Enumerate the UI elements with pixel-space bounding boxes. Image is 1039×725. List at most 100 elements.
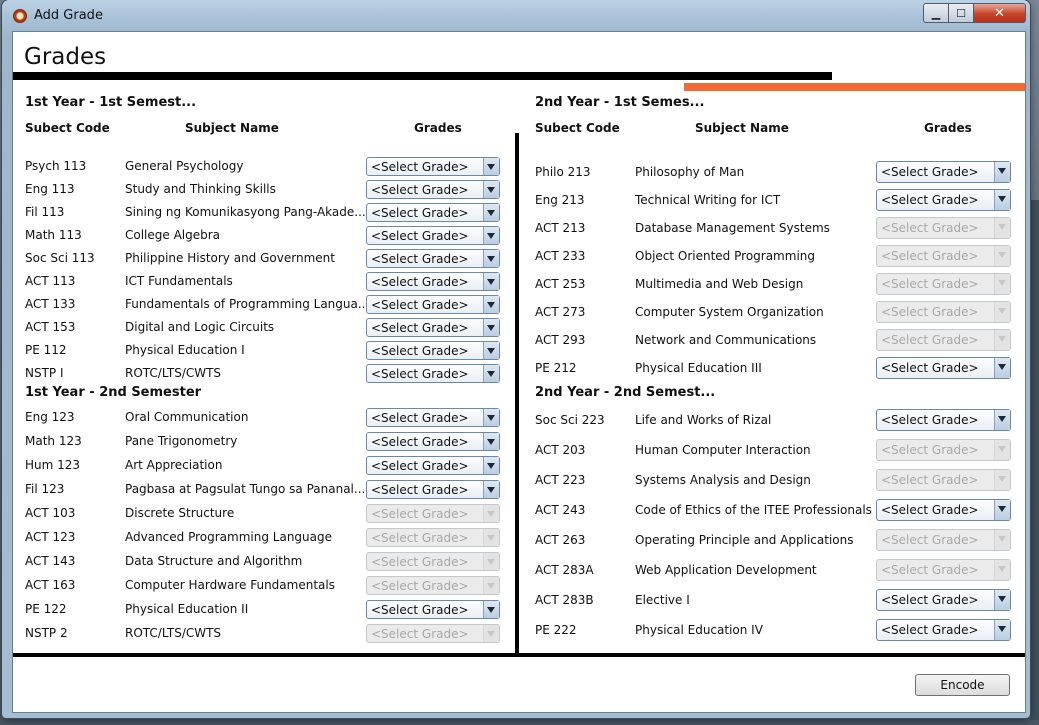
grade-select-value: <Select Grade> — [881, 361, 979, 375]
section-title: 2nd Year - 2nd Semest... — [535, 385, 716, 400]
dialog-content: Grades Subect Code Subject Name Grades S… — [12, 31, 1026, 713]
grade-select: <Select Grade> — [876, 245, 1011, 267]
grade-select[interactable]: <Select Grade> — [876, 189, 1011, 211]
subject-name: Object Oriented Programming — [635, 249, 815, 263]
add-grade-window: Add Grade ▁ ☐ ✕ Grades Subect Code Subje… — [2, 0, 1030, 718]
chevron-down-icon[interactable] — [994, 358, 1010, 378]
grade-select-value: <Select Grade> — [881, 277, 979, 291]
subject-row: ACT 263 Operating Principle and Applicati… — [13, 529, 1025, 552]
grade-select: <Select Grade> — [876, 469, 1011, 491]
subject-row: ACT 283B Elective I <Select Grade> — [13, 589, 1025, 612]
subject-name: Web Application Development — [635, 563, 817, 577]
subject-code: Soc Sci 223 — [535, 413, 605, 427]
subject-code: ACT 213 — [535, 221, 586, 235]
col-header-grades: Grades — [414, 121, 462, 135]
chevron-down-icon — [994, 530, 1010, 550]
col-header-name: Subject Name — [185, 121, 279, 135]
col-header-name: Subject Name — [695, 121, 789, 135]
subject-code: ACT 273 — [535, 305, 586, 319]
window-title: Add Grade — [34, 8, 103, 23]
subject-name: Physical Education III — [635, 361, 762, 375]
subject-row: ACT 273 Computer System Organization <Sele… — [13, 301, 1025, 324]
subject-name: Database Management Systems — [635, 221, 830, 235]
subject-row: Philo 213 Philosophy of Man <Select Grade> — [13, 161, 1025, 184]
chevron-down-icon — [994, 218, 1010, 238]
chevron-down-icon — [994, 470, 1010, 490]
java-app-icon — [13, 9, 27, 23]
grade-select[interactable]: <Select Grade> — [876, 409, 1011, 431]
subject-row: ACT 233 Object Oriented Programming <Selec… — [13, 245, 1025, 268]
subject-code: Eng 213 — [535, 193, 585, 207]
col-header-grades: Grades — [924, 121, 972, 135]
subject-code: ACT 283B — [535, 593, 594, 607]
header-divider-black — [13, 72, 832, 80]
close-button[interactable]: ✕ — [973, 3, 1026, 23]
grade-select-value: <Select Grade> — [881, 305, 979, 319]
maximize-button[interactable]: ☐ — [948, 3, 974, 23]
subject-name: Multimedia and Web Design — [635, 277, 804, 291]
subject-code: ACT 233 — [535, 249, 586, 263]
grade-select-value: <Select Grade> — [881, 221, 979, 235]
subject-code: ACT 263 — [535, 533, 586, 547]
subject-code: ACT 253 — [535, 277, 586, 291]
chevron-down-icon — [994, 330, 1010, 350]
grade-select[interactable]: <Select Grade> — [876, 161, 1011, 183]
chevron-down-icon[interactable] — [994, 162, 1010, 182]
chevron-down-icon — [994, 302, 1010, 322]
header-divider-orange — [684, 83, 1025, 91]
grade-select-value: <Select Grade> — [881, 533, 979, 547]
col-header-code: Subect Code — [25, 121, 110, 135]
chevron-down-icon[interactable] — [994, 410, 1010, 430]
subject-code: ACT 283A — [535, 563, 594, 577]
col-header-code: Subect Code — [535, 121, 620, 135]
subject-name: Network and Communications — [635, 333, 817, 347]
subject-code: ACT 223 — [535, 473, 586, 487]
grade-select[interactable]: <Select Grade> — [876, 499, 1011, 521]
subject-code: PE 212 — [535, 361, 577, 375]
grade-select-value: <Select Grade> — [881, 473, 979, 487]
subject-code: ACT 293 — [535, 333, 586, 347]
subject-row: Soc Sci 223 Life and Works of Rizal <Selec… — [13, 409, 1025, 432]
background-window-edge — [1031, 200, 1039, 720]
subject-row: PE 222 Physical Education IV <Select Grade… — [13, 619, 1025, 642]
subject-name: Physical Education IV — [635, 623, 763, 637]
grade-select: <Select Grade> — [876, 301, 1011, 323]
grade-select: <Select Grade> — [876, 217, 1011, 239]
subject-name: Code of Ethics of the ITEE Professionals — [635, 503, 872, 517]
encode-button[interactable]: Encode — [915, 674, 1010, 696]
grade-select-value: <Select Grade> — [881, 593, 979, 607]
subject-row: ACT 283A Web Application Development <Sele… — [13, 559, 1025, 582]
title-bar[interactable]: Add Grade ▁ ☐ ✕ — [2, 0, 1030, 32]
grade-select: <Select Grade> — [876, 559, 1011, 581]
grade-select[interactable]: <Select Grade> — [876, 357, 1011, 379]
grade-select: <Select Grade> — [876, 439, 1011, 461]
grade-select-value: <Select Grade> — [881, 503, 979, 517]
grade-select-value: <Select Grade> — [881, 443, 979, 457]
grade-select[interactable]: <Select Grade> — [876, 619, 1011, 641]
chevron-down-icon[interactable] — [994, 500, 1010, 520]
grade-select: <Select Grade> — [876, 329, 1011, 351]
section-title: 1st Year - 2nd Semester — [25, 385, 202, 400]
subject-code: ACT 203 — [535, 443, 586, 457]
subject-row: ACT 243 Code of Ethics of the ITEE Profes… — [13, 499, 1025, 522]
chevron-down-icon — [994, 274, 1010, 294]
grade-select-value: <Select Grade> — [881, 563, 979, 577]
subject-name: Systems Analysis and Design — [635, 473, 811, 487]
minimize-button[interactable]: ▁ — [923, 3, 949, 23]
chevron-down-icon[interactable] — [994, 590, 1010, 610]
subject-row: ACT 203 Human Computer Interaction <Select… — [13, 439, 1025, 462]
chevron-down-icon[interactable] — [994, 190, 1010, 210]
subject-name: Life and Works of Rizal — [635, 413, 772, 427]
chevron-down-icon — [994, 440, 1010, 460]
subject-code: PE 222 — [535, 623, 577, 637]
subject-row: ACT 253 Multimedia and Web Design <Select … — [13, 273, 1025, 296]
grade-select[interactable]: <Select Grade> — [876, 589, 1011, 611]
subject-name: Technical Writing for ICT — [635, 193, 781, 207]
grade-select: <Select Grade> — [876, 273, 1011, 295]
grade-select: <Select Grade> — [876, 529, 1011, 551]
chevron-down-icon[interactable] — [994, 620, 1010, 640]
grade-select-value: <Select Grade> — [881, 333, 979, 347]
subject-row: Eng 213 Technical Writing for ICT <Select … — [13, 189, 1025, 212]
grade-select-value: <Select Grade> — [881, 413, 979, 427]
subject-row: ACT 213 Database Management Systems <Selec… — [13, 217, 1025, 240]
